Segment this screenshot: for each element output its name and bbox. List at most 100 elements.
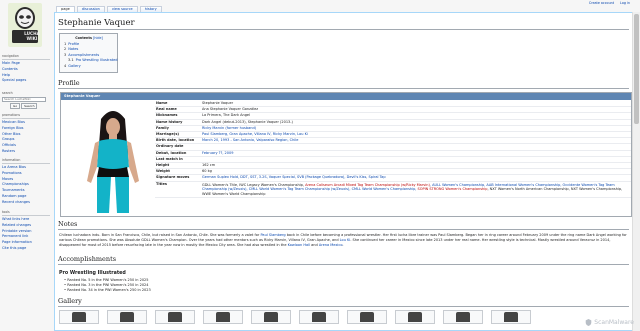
infobox-rows: Name Stephanie Vaquer Real name Ana Stepha… [155, 101, 631, 199]
infobox-key: Titles [156, 181, 167, 186]
logo-word-2: WIKI [26, 36, 38, 41]
titles-text: GDLL Women's Title, IWC Legacy Women's C… [202, 182, 306, 187]
notes-paragraph: Chilean luchadora indu. Born in San Fran… [59, 233, 628, 249]
gallery-image[interactable] [59, 310, 99, 325]
scrollbar-thumb[interactable] [634, 14, 639, 124]
titles-redlink[interactable]: Arena Coliseum Arcadi Mixed Tag Team Cha… [305, 183, 430, 187]
pwi-rank: Ranked No. 5 in the PWI Women's 250 in 2… [67, 277, 149, 282]
infobox-value: Dark Angel (debut-2013), Stephanie Vaque… [202, 119, 293, 124]
table-of-contents: Contents [hide] 1 Profile 2 Notes 3 Accompl… [59, 33, 118, 74]
create-account-link[interactable]: Create account [589, 1, 614, 5]
nav-special-pages[interactable]: Special pages [2, 78, 50, 84]
notes-text: . [342, 243, 344, 248]
infobox-key: Birth date, location [156, 138, 195, 143]
gallery-image[interactable] [251, 310, 291, 325]
notes-link[interactable]: Paul Slamberg [260, 233, 285, 237]
search-portlet: search Go Search [2, 91, 50, 109]
titles-redlink[interactable]: SOPIN STRONG Women's Championship [418, 187, 488, 191]
toc-label: Accomplishments [68, 52, 100, 57]
search-button[interactable]: Search [21, 102, 38, 109]
infobox-link[interactable]: Ricky Marvin (former husband) [202, 126, 256, 130]
toc-num: 4 [64, 63, 67, 68]
wrestler-photo-image [87, 111, 139, 214]
infobox-value: 162 cm [202, 163, 216, 168]
infobox-value: La Primera, The Dark Angel [202, 113, 251, 118]
site-logo[interactable]: LUCHA WIKI [8, 3, 42, 47]
sidebar: LUCHA WIKI navigation Main Page Contents… [0, 0, 54, 331]
nav-portlet: navigation Main Page Contents Help Speci… [2, 54, 50, 84]
tool-cite-this-page[interactable]: Cite this page [2, 246, 50, 252]
toc-num: 2 [64, 47, 67, 52]
toc-label: Gallery [68, 63, 81, 68]
toc-label: Profile [68, 42, 80, 46]
toc-num: 1 [64, 42, 67, 46]
infobox-key: Height [156, 163, 170, 168]
notes-link[interactable]: Arena Mexico [319, 243, 343, 247]
gallery-image[interactable] [491, 310, 531, 325]
gallery-image[interactable] [155, 310, 195, 325]
pwi-rank: Ranked No. 3 in the PWI Women's 250 in 2… [67, 282, 149, 287]
shield-icon [585, 319, 592, 326]
infobox-key: Nicknames [156, 113, 178, 118]
watermark: ScanMalware [585, 319, 634, 326]
information-portlet: information La Arena Bios Promotions Mov… [2, 158, 50, 206]
infobox-link[interactable]: German Suplex Hold, DDT, SST, 3.2S, Vaqu… [202, 175, 386, 179]
infobox-key: Debut, location [156, 150, 187, 155]
sidebar-item-recent-changes[interactable]: Recent changes [2, 200, 50, 206]
scrollbar[interactable] [632, 12, 640, 331]
toc-hide-link[interactable]: [hide] [93, 36, 103, 40]
nav-heading: navigation [2, 54, 50, 60]
notes-text: and [310, 243, 319, 248]
list-item: • Ranked No. 34 in the PWI Women's 250 i… [64, 288, 151, 293]
infobox-link[interactable]: February ??, 2009 [202, 151, 233, 155]
toc-label: Pro Wrestling Illustrated [75, 58, 118, 63]
profile-infobox: Stephanie Vaquer Name Stephanie Vaquer Re… [60, 92, 632, 218]
infobox-value [202, 144, 631, 149]
go-button[interactable]: Go [10, 102, 21, 109]
profile-photo[interactable] [71, 105, 155, 216]
tools-heading: tools [2, 210, 50, 216]
infobox-row-titles: Titles GDLL Women's Title, IWC Legacy Wo… [155, 182, 631, 199]
toc-num: 3.1 [68, 58, 74, 63]
infobox-key: Marriage(s) [156, 132, 180, 137]
page-title: Stephanie Vaquer [58, 18, 629, 30]
search-heading: search [2, 91, 13, 95]
gallery-image[interactable] [203, 310, 243, 325]
section-heading-profile: Profile [58, 79, 629, 90]
infobox-key: Last match in [156, 156, 183, 161]
infobox-header: Stephanie Vaquer [61, 93, 631, 101]
infobox-value: Stephanie Vaquer [202, 101, 234, 106]
notes-text: Chilean luchadora indu. Born in San Fran… [59, 233, 261, 238]
infobox-key: Weight [156, 169, 170, 174]
promotions-portlet: promotions Mexican Bios Foreign Bios Oth… [2, 113, 50, 155]
infobox-value: 60 kg [202, 169, 212, 174]
infobox-link[interactable]: March 20, 1993 - San Antonio, Valparaíso… [202, 138, 298, 142]
gallery-image[interactable] [107, 310, 147, 325]
infobox-key: Name history [156, 119, 183, 124]
notes-link[interactable]: Lou Ki [340, 238, 351, 242]
gallery-image[interactable] [443, 310, 483, 325]
content-area: Stephanie Vaquer Contents [hide] 1 Profil… [54, 12, 632, 331]
section-heading-accomplishments: Accomplishments [58, 255, 629, 265]
gallery-image[interactable] [299, 310, 339, 325]
subsection-heading-pwi: Pro Wrestling Illustrated [59, 270, 126, 276]
infobox-titles-value: GDLL Women's Title, IWC Legacy Women's C… [202, 182, 631, 198]
gallery-image[interactable] [395, 310, 435, 325]
gallery [58, 310, 629, 325]
toc-title: Contents [hide] [64, 36, 114, 40]
search-input[interactable] [2, 96, 46, 102]
sidebar-item-rosters[interactable]: Rosters [2, 149, 50, 155]
toc-item-gallery[interactable]: 4 Gallery [64, 64, 114, 69]
watermark-text: ScanMalware [594, 319, 634, 326]
pwi-rank: Ranked No. 34 in the PWI Women's 250 in … [67, 288, 151, 293]
infobox-value: Ana Stephanie Vaquer González [202, 107, 259, 112]
notes-link[interactable]: Kowloon Hall [288, 243, 310, 247]
infobox-key: Real name [156, 107, 177, 112]
infobox-key: Name [156, 101, 168, 106]
login-link[interactable]: Log in [620, 1, 630, 5]
infobox-key: Ordinary date [156, 144, 184, 149]
infobox-link[interactable]: Paul Slamberg, Gran Apache, Villano IV, … [202, 132, 308, 136]
information-heading: information [2, 158, 50, 164]
personal-tools: Create account Log in [589, 1, 630, 5]
gallery-image[interactable] [347, 310, 387, 325]
